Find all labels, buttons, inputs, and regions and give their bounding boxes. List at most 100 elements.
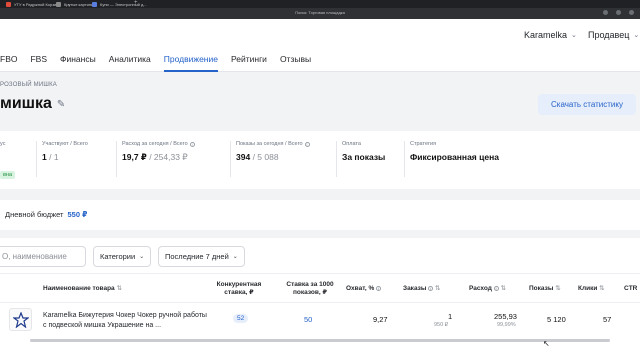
sort-icon[interactable]: ⇅ — [116, 285, 121, 292]
seller-page: Karamelka ⌄ Продавец ⌄ FBO FBS Финансы А… — [0, 19, 640, 360]
product-star-icon — [12, 311, 29, 328]
info-icon[interactable]: i — [428, 286, 434, 291]
stat-status: ус вна — [0, 141, 16, 179]
breadcrumb: РОЗОВЫЙ МИШКА — [0, 82, 57, 88]
top-bar: Karamelka ⌄ Продавец ⌄ FBO FBS Финансы А… — [0, 19, 640, 72]
dropdown-label: Последние 7 дней — [165, 252, 229, 261]
col-name[interactable]: Наименование товара ⇅ — [43, 285, 122, 293]
col-label: Охват, % — [346, 285, 375, 292]
chevron-down-icon: ⌄ — [633, 32, 640, 39]
stat-spend: Расход за сегодня / Всего i 19,7 ₽ / 254,… — [116, 141, 195, 177]
sort-icon[interactable]: ⇅ — [500, 285, 505, 292]
daily-budget-panel: Дневной бюджет 550 ₽ — [0, 200, 640, 230]
info-icon[interactable]: i — [189, 141, 195, 147]
stat-label: Оплата — [342, 141, 361, 147]
horizontal-scrollbar[interactable] — [30, 339, 610, 342]
search-input[interactable]: О, наименование — [0, 246, 86, 267]
budget-label: Дневной бюджет — [5, 210, 64, 219]
orders-sum: 950 ₽ — [434, 322, 449, 328]
campaign-stats: ус вна Участвуют / Всего 1 / 1 Расход за… — [0, 131, 640, 189]
col-clicks[interactable]: Клики ⇅ — [578, 285, 605, 293]
stat-label: Расход за сегодня / Всего — [122, 141, 188, 147]
nav-promotion[interactable]: Продвижение — [163, 54, 218, 72]
budget-value[interactable]: 550 ₽ — [67, 210, 87, 219]
nav-fbs[interactable]: FBS — [30, 54, 47, 72]
bid-value[interactable]: 50 — [304, 315, 312, 324]
stat-value: Фиксированная цена — [410, 152, 499, 162]
stat-impressions: Показы за сегодня / Всего i 394 / 5 088 — [230, 141, 310, 177]
edit-pencil-icon[interactable]: ✎ — [57, 99, 65, 110]
stat-sub: / 1 — [49, 152, 59, 162]
nav-fbo[interactable]: FBO — [0, 54, 17, 72]
col-label: Наименование товара — [43, 285, 115, 292]
stat-value: 394 — [236, 152, 251, 162]
stat-label: ус — [0, 141, 6, 147]
role-name: Продавец — [588, 30, 630, 40]
spend-value: 255,93 — [494, 312, 517, 321]
stat-value: 19,7 ₽ — [122, 152, 147, 162]
nav-ratings[interactable]: Рейтинги — [231, 54, 267, 72]
blue-favicon-icon — [92, 2, 97, 7]
info-icon[interactable]: i — [376, 286, 382, 291]
spend-percent: 99,99% — [497, 322, 516, 328]
col-ctr[interactable]: CTR — [624, 285, 637, 293]
product-thumbnail[interactable] — [9, 308, 32, 331]
competitor-bid-badge: 52 — [233, 314, 249, 323]
stat-label: Участвуют / Всего — [42, 141, 88, 147]
categories-dropdown[interactable]: Категории ⌄ — [93, 246, 152, 267]
stat-participants: Участвуют / Всего 1 / 1 — [36, 141, 88, 177]
col-orders[interactable]: Заказы i ⇅ — [403, 285, 441, 293]
browser-tab-strip: УТУ в Радужной Корзине × Крутые картинки… — [0, 0, 640, 8]
col-spend[interactable]: Расход i ⇅ — [469, 285, 506, 293]
gray-favicon-icon — [56, 2, 61, 7]
sort-icon[interactable]: ⇅ — [435, 285, 440, 292]
role-switcher[interactable]: Продавец ⌄ — [588, 30, 639, 40]
account-switcher[interactable]: Karamelka ⌄ — [524, 30, 577, 40]
stat-sub: / 5 088 — [252, 152, 279, 162]
window-title: Поиск: Торговая площадка — [295, 10, 345, 15]
table-header: Наименование товара ⇅ Конкурентная ставк… — [0, 273, 640, 303]
browser-tab-label: Купи — Электронный д... — [100, 2, 147, 7]
col-impressions[interactable]: Показы ⇅ — [529, 285, 561, 293]
table-row[interactable]: Karamelka Бижутерия Чокер Чокер ручной р… — [0, 304, 640, 336]
period-dropdown[interactable]: Последние 7 дней ⌄ — [158, 246, 245, 267]
nav-analytics[interactable]: Аналитика — [109, 54, 151, 72]
download-stats-button[interactable]: Скачать статистику — [538, 94, 636, 115]
red-favicon-icon — [6, 2, 11, 7]
daily-budget: Дневной бюджет 550 ₽ — [5, 210, 87, 219]
chevron-down-icon: ⌄ — [139, 254, 145, 260]
sort-icon[interactable]: ⇅ — [599, 285, 604, 292]
impressions-value: 5 120 — [547, 315, 566, 324]
col-competitor[interactable]: Конкурентная ставка, ₽ — [210, 281, 268, 297]
col-label: Клики — [578, 285, 598, 292]
nav-reviews[interactable]: Отзывы — [280, 54, 311, 72]
page-title: мишка ✎ — [0, 95, 65, 113]
product-name[interactable]: Karamelka Бижутерия Чокер Чокер ручной р… — [43, 311, 208, 330]
dropdown-label: Категории — [100, 252, 136, 261]
info-icon[interactable]: i — [493, 286, 499, 291]
col-bid[interactable]: Ставка за 1000 показов, ₽ — [280, 281, 340, 297]
stat-label: Стратегия — [410, 141, 437, 147]
chevron-down-icon: ⌄ — [232, 254, 238, 260]
status-badge: вна — [0, 171, 16, 179]
reach-value: 9,27 — [373, 315, 388, 324]
account-name: Karamelka — [524, 30, 568, 40]
stat-payment: Оплата За показы — [336, 141, 385, 177]
stat-sub: / 254,33 ₽ — [149, 152, 188, 162]
col-label: Расход — [469, 285, 492, 292]
stat-label: Показы за сегодня / Всего — [236, 141, 303, 147]
campaign-title: мишка — [0, 95, 52, 112]
orders-value: 1 — [448, 312, 453, 321]
info-icon[interactable]: i — [304, 141, 310, 147]
main-nav: FBO FBS Финансы Аналитика Продвижение Ре… — [0, 54, 311, 72]
stat-value: 1 — [42, 152, 47, 162]
col-reach[interactable]: Охват, % i — [346, 285, 382, 293]
chevron-down-icon: ⌄ — [571, 32, 577, 39]
new-tab-icon[interactable]: + — [134, 0, 138, 6]
stat-value: За показы — [342, 152, 386, 162]
col-label: Показы — [529, 285, 554, 292]
stat-strategy: Стратегия Фиксированная цена — [404, 141, 499, 177]
sort-icon[interactable]: ⇅ — [555, 285, 560, 292]
clicks-value: 57 — [603, 315, 612, 324]
nav-finance[interactable]: Финансы — [60, 54, 96, 72]
